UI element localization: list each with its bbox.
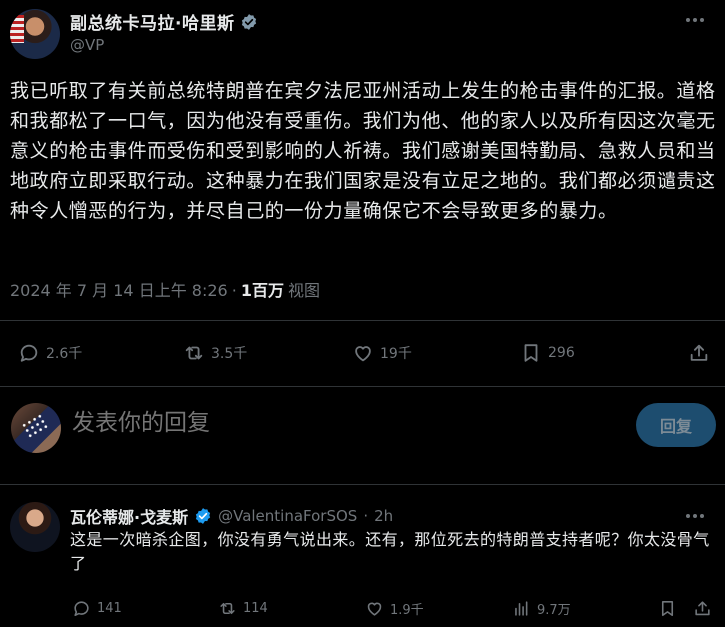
reply-icon bbox=[20, 344, 38, 362]
more-options-icon[interactable] bbox=[683, 10, 707, 30]
reply-count: 2.6千 bbox=[46, 346, 83, 362]
reply-repost-action[interactable]: 114 bbox=[218, 596, 268, 620]
bookmark-icon bbox=[524, 344, 538, 362]
post-action-bar: 2.6千 3.5千 19千 296 bbox=[0, 336, 725, 370]
reply-share-action[interactable] bbox=[693, 596, 712, 620]
heart-icon bbox=[367, 602, 382, 616]
flag-graphic bbox=[10, 15, 24, 43]
reply-submit-button[interactable]: 回复 bbox=[636, 403, 716, 447]
like-action[interactable]: 19千 bbox=[352, 336, 412, 370]
reply-views-action[interactable]: 9.7万 bbox=[512, 596, 571, 620]
reply-time[interactable]: 2h bbox=[374, 507, 393, 525]
repost-icon bbox=[185, 346, 203, 360]
meta-separator: · bbox=[231, 281, 237, 300]
reply-header: 瓦伦蒂娜·戈麦斯 @ValentinaForSOS · 2h bbox=[70, 504, 393, 528]
flag-stars-graphic bbox=[20, 412, 50, 440]
views-count: 1百万 bbox=[240, 281, 284, 300]
reply-more-options-icon[interactable] bbox=[683, 506, 707, 526]
reply-repost-count: 114 bbox=[243, 600, 268, 616]
verified-government-badge-icon bbox=[242, 13, 257, 30]
reply-separator: · bbox=[363, 507, 369, 525]
verified-badge-icon bbox=[195, 508, 211, 524]
repost-icon bbox=[220, 602, 235, 614]
reply-author-handle[interactable]: @ValentinaForSOS bbox=[218, 507, 357, 525]
heart-icon bbox=[355, 346, 371, 362]
compose-reply: 回复 bbox=[0, 398, 725, 454]
post-meta: 2024 年 7 月 14 日上午 8:26 · 1百万 视图 bbox=[10, 277, 320, 301]
reply-input[interactable] bbox=[72, 410, 472, 436]
reply-author-name[interactable]: 瓦伦蒂娜·戈麦斯 bbox=[70, 504, 188, 528]
views-label: 视图 bbox=[287, 281, 320, 300]
bookmark-icon bbox=[661, 600, 674, 616]
current-user-avatar[interactable] bbox=[11, 403, 61, 453]
divider bbox=[0, 320, 725, 321]
author-name-row: 副总统卡马拉·哈里斯 bbox=[70, 9, 258, 34]
reply-like-count: 1.9千 bbox=[390, 602, 424, 618]
reply-bookmark-action[interactable] bbox=[658, 596, 677, 620]
author-name[interactable]: 副总统卡马拉·哈里斯 bbox=[70, 9, 234, 34]
divider bbox=[0, 386, 725, 387]
author-handle[interactable]: @VP bbox=[70, 36, 104, 54]
reply-author-avatar[interactable] bbox=[10, 502, 60, 552]
analytics-icon bbox=[515, 600, 528, 616]
repost-count: 3.5千 bbox=[211, 346, 248, 362]
repost-action[interactable]: 3.5千 bbox=[183, 336, 247, 370]
share-action[interactable] bbox=[688, 336, 710, 370]
bookmark-action[interactable]: 296 bbox=[520, 336, 575, 370]
author-avatar[interactable] bbox=[10, 9, 60, 59]
post-header: 副总统卡马拉·哈里斯 @VP bbox=[0, 0, 725, 66]
reply-item[interactable]: 瓦伦蒂娜·戈麦斯 @ValentinaForSOS · 2h 这是一次暗杀企图，… bbox=[0, 500, 725, 627]
reply-text: 这是一次暗杀企图，你没有勇气说出来。还有，那位死去的特朗普支持者呢？你太没骨气了 bbox=[70, 530, 710, 573]
reply-views-count: 9.7万 bbox=[537, 602, 571, 618]
like-count: 19千 bbox=[380, 346, 412, 362]
reply-action-bar: 141 114 1.9千 9.7万 bbox=[0, 596, 725, 620]
share-icon bbox=[695, 600, 710, 615]
share-icon bbox=[690, 344, 708, 361]
reply-action[interactable]: 2.6千 bbox=[18, 336, 82, 370]
post-timestamp[interactable]: 2024 年 7 月 14 日上午 8:26 bbox=[10, 277, 228, 301]
reply-reply-action[interactable]: 141 bbox=[72, 596, 122, 620]
reply-icon bbox=[74, 600, 89, 616]
reply-like-action[interactable]: 1.9千 bbox=[365, 596, 424, 620]
post-text: 我已听取了有关前总统特朗普在宾夕法尼亚州活动上发生的枪击事件的汇报。道格和我都松… bbox=[10, 80, 716, 222]
reply-reply-count: 141 bbox=[97, 600, 122, 616]
bookmark-count: 296 bbox=[548, 345, 575, 361]
divider bbox=[0, 484, 725, 485]
